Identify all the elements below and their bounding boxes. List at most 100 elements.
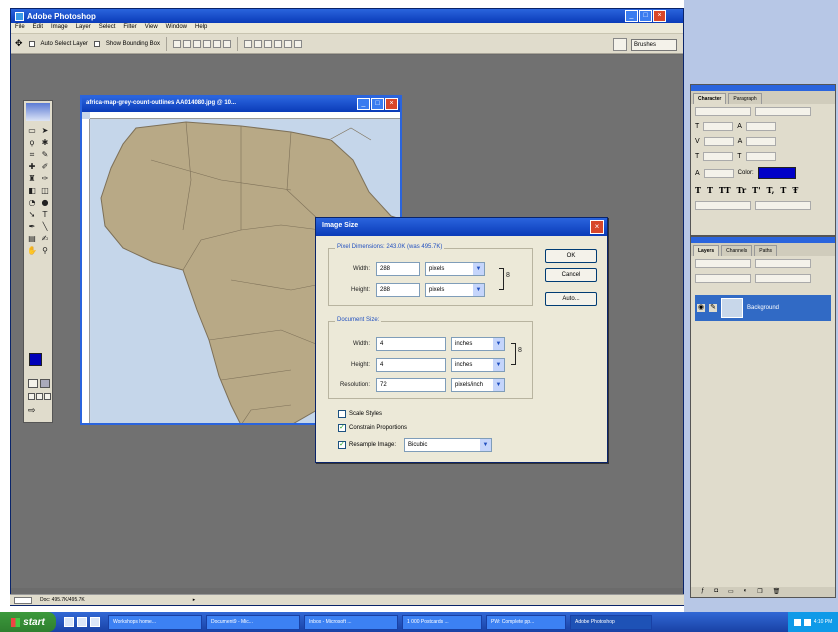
fill-input[interactable] bbox=[755, 274, 811, 283]
set-icon[interactable]: ▭ bbox=[728, 588, 734, 596]
font-size-input[interactable] bbox=[703, 122, 734, 131]
eraser-tool-icon[interactable]: ◧ bbox=[26, 185, 38, 196]
layer-style-icon[interactable]: ƒ bbox=[701, 588, 704, 596]
menu-layer[interactable]: Layer bbox=[76, 24, 91, 32]
baseline-input[interactable] bbox=[703, 168, 734, 178]
tab-layers[interactable]: Layers bbox=[693, 245, 720, 256]
pixel-width-unit-select[interactable]: pixels ▼ bbox=[425, 262, 485, 276]
quick-launch-icon[interactable] bbox=[90, 617, 100, 627]
resample-method-select[interactable]: Bicubic ▼ bbox=[404, 438, 493, 452]
constrain-checkbox[interactable]: ✓ bbox=[338, 424, 346, 432]
layer-row-background[interactable]: ◉ ✎ Background bbox=[695, 295, 831, 321]
tracking-input[interactable] bbox=[746, 137, 777, 146]
doc-maximize-button[interactable]: □ bbox=[371, 98, 384, 110]
dialog-close-button[interactable]: × bbox=[590, 220, 604, 234]
menu-file[interactable]: File bbox=[15, 24, 25, 32]
text-color-swatch[interactable] bbox=[757, 167, 796, 179]
show-bounding-checkbox[interactable] bbox=[93, 40, 100, 47]
menu-help[interactable]: Help bbox=[195, 24, 207, 32]
trash-icon[interactable]: 🗑 bbox=[773, 588, 781, 596]
constrain-option[interactable]: ✓ Constrain Proportions bbox=[338, 424, 407, 432]
scale-styles-option[interactable]: Scale Styles bbox=[338, 410, 382, 418]
font-family-select[interactable] bbox=[695, 107, 751, 116]
slice-tool-icon[interactable]: ✎ bbox=[39, 149, 51, 160]
menu-image[interactable]: Image bbox=[51, 24, 68, 32]
shape-tool-icon[interactable]: ╲ bbox=[39, 221, 51, 232]
dodge-tool-icon[interactable]: ● bbox=[39, 197, 51, 208]
move-tool-icon[interactable]: ➤ bbox=[39, 125, 51, 136]
opacity-input[interactable] bbox=[755, 259, 811, 268]
tab-paths[interactable]: Paths bbox=[754, 245, 778, 256]
doc-close-button[interactable]: × bbox=[385, 98, 398, 110]
type-tool-icon[interactable]: T bbox=[39, 209, 51, 220]
resample-option[interactable]: ✓ Resample Image: Bicubic ▼ bbox=[338, 438, 493, 452]
path-select-icon[interactable]: ➘ bbox=[26, 209, 38, 220]
notes-tool-icon[interactable]: ▤ bbox=[26, 233, 38, 244]
vertical-scale-input[interactable] bbox=[703, 152, 734, 161]
doc-height-input[interactable]: 4 bbox=[376, 358, 446, 372]
blur-tool-icon[interactable]: ◔ bbox=[26, 197, 38, 208]
resample-checkbox[interactable]: ✓ bbox=[338, 441, 346, 449]
anti-alias-select[interactable] bbox=[755, 201, 811, 210]
adjustment-icon[interactable]: ◐ bbox=[744, 588, 748, 596]
screen-mode-buttons[interactable] bbox=[28, 393, 51, 400]
pixel-height-input[interactable]: 288 bbox=[376, 283, 420, 297]
doc-width-input[interactable]: 4 bbox=[376, 337, 446, 351]
new-layer-icon[interactable]: ❐ bbox=[757, 588, 762, 596]
tray-icon[interactable] bbox=[803, 618, 811, 626]
pixel-width-input[interactable]: 288 bbox=[376, 262, 420, 276]
close-button[interactable]: × bbox=[653, 10, 666, 22]
taskbar-item[interactable]: Workshops home... bbox=[108, 614, 202, 630]
leading-input[interactable] bbox=[745, 122, 776, 131]
move-tool-icon[interactable]: ✥ bbox=[15, 38, 23, 49]
menu-view[interactable]: View bbox=[145, 24, 158, 32]
hand-tool-icon[interactable]: ✋ bbox=[26, 245, 38, 256]
lasso-tool-icon[interactable]: ϙ bbox=[26, 137, 38, 148]
mask-icon[interactable]: ◘ bbox=[714, 588, 718, 596]
font-style-select[interactable] bbox=[755, 107, 811, 116]
zoom-tool-icon[interactable]: ⚲ bbox=[39, 245, 51, 256]
menu-window[interactable]: Window bbox=[166, 24, 187, 32]
brush-tool-icon[interactable]: ✐ bbox=[39, 161, 51, 172]
doc-height-unit-select[interactable]: inches ▼ bbox=[451, 358, 505, 372]
minimize-button[interactable]: _ bbox=[625, 10, 638, 22]
brushes-tab[interactable]: Brushes bbox=[631, 39, 677, 51]
scale-styles-checkbox[interactable] bbox=[338, 410, 346, 418]
tab-paragraph[interactable]: Paragraph bbox=[728, 93, 762, 104]
taskbar-item[interactable]: PW: Complete pp... bbox=[486, 614, 566, 630]
auto-select-checkbox[interactable] bbox=[28, 40, 35, 47]
align-buttons[interactable] bbox=[172, 39, 231, 48]
doc-minimize-button[interactable]: _ bbox=[357, 98, 370, 110]
stamp-tool-icon[interactable]: ♜ bbox=[26, 173, 38, 184]
eye-icon[interactable]: ◉ bbox=[697, 304, 705, 312]
resolution-input[interactable]: 72 bbox=[376, 378, 446, 392]
tab-channels[interactable]: Channels bbox=[721, 245, 753, 256]
horizontal-scale-input[interactable] bbox=[745, 152, 776, 161]
distribute-buttons[interactable] bbox=[243, 39, 302, 48]
palette-well-icon[interactable] bbox=[613, 38, 627, 51]
auto-button[interactable]: Auto... bbox=[545, 292, 597, 306]
foreground-color[interactable] bbox=[29, 353, 42, 366]
taskbar-item[interactable]: 1 000 Postcards ... bbox=[402, 614, 482, 630]
tab-character[interactable]: Character bbox=[693, 93, 727, 104]
ok-button[interactable]: OK bbox=[545, 249, 597, 263]
marquee-tool-icon[interactable]: ▭ bbox=[26, 125, 38, 136]
cancel-button[interactable]: Cancel bbox=[545, 268, 597, 282]
taskbar-item[interactable]: Inbox - Microsoft ... bbox=[304, 614, 398, 630]
status-arrow-icon[interactable]: ▸ bbox=[193, 597, 196, 603]
menu-filter[interactable]: Filter bbox=[123, 24, 136, 32]
start-button[interactable]: start bbox=[0, 612, 56, 632]
type-style-buttons[interactable]: T T TT Tr T' T, T Ŧ bbox=[691, 182, 835, 198]
history-brush-icon[interactable]: ✑ bbox=[39, 173, 51, 184]
tray-icon[interactable] bbox=[793, 618, 801, 626]
lock-buttons[interactable] bbox=[695, 274, 751, 283]
language-select[interactable] bbox=[695, 201, 751, 210]
mask-mode-buttons[interactable] bbox=[28, 379, 50, 388]
crop-tool-icon[interactable]: ⌗ bbox=[26, 149, 38, 160]
maximize-button[interactable]: □ bbox=[639, 10, 652, 22]
resolution-unit-select[interactable]: pixels/inch ▼ bbox=[451, 378, 505, 392]
quick-launch-icon[interactable] bbox=[64, 617, 74, 627]
taskbar-item-photoshop[interactable]: Adobe Photoshop bbox=[570, 614, 652, 630]
quick-launch-icon[interactable] bbox=[77, 617, 87, 627]
pixel-height-unit-select[interactable]: pixels ▼ bbox=[425, 283, 485, 297]
